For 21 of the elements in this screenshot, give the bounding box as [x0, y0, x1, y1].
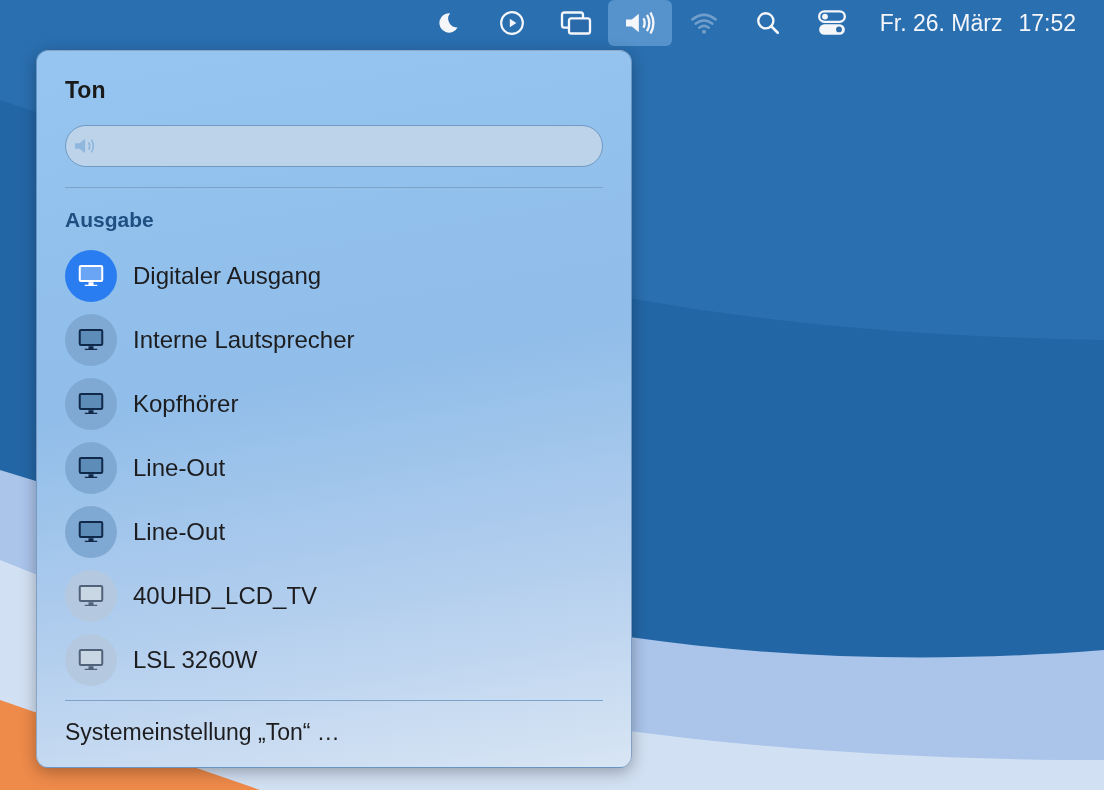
monitor-icon [65, 378, 117, 430]
monitor-icon [65, 634, 117, 686]
volume-slider[interactable] [65, 125, 603, 167]
monitor-icon [65, 314, 117, 366]
output-device-item[interactable]: 40UHD_LCD_TV [65, 570, 603, 622]
output-device-item[interactable]: Line-Out [65, 506, 603, 558]
speaker-icon[interactable] [607, 0, 672, 46]
output-device-item[interactable]: Digitaler Ausgang [65, 250, 603, 302]
section-heading: Ausgabe [65, 208, 155, 233]
output-device-item[interactable]: Line-Out [65, 442, 603, 494]
monitor-icon [65, 506, 117, 558]
output-device-item[interactable]: LSL 3260W [65, 634, 603, 686]
menu-title: Ton [65, 77, 107, 105]
menu-bar-clock[interactable]: 17:52 [1018, 9, 1076, 37]
preferences-menu-item[interactable]: Systemeinstellung „Ton“ … [65, 719, 603, 746]
monitor-icon [65, 442, 117, 494]
monitor-icon [65, 570, 117, 622]
menu-bar-date[interactable]: Fr. 26. März [879, 9, 1003, 37]
output-device-item[interactable]: Kopfhörer [65, 378, 603, 430]
monitor-icon [65, 250, 117, 302]
output-device-item[interactable]: Interne Lautsprecher [65, 314, 603, 366]
